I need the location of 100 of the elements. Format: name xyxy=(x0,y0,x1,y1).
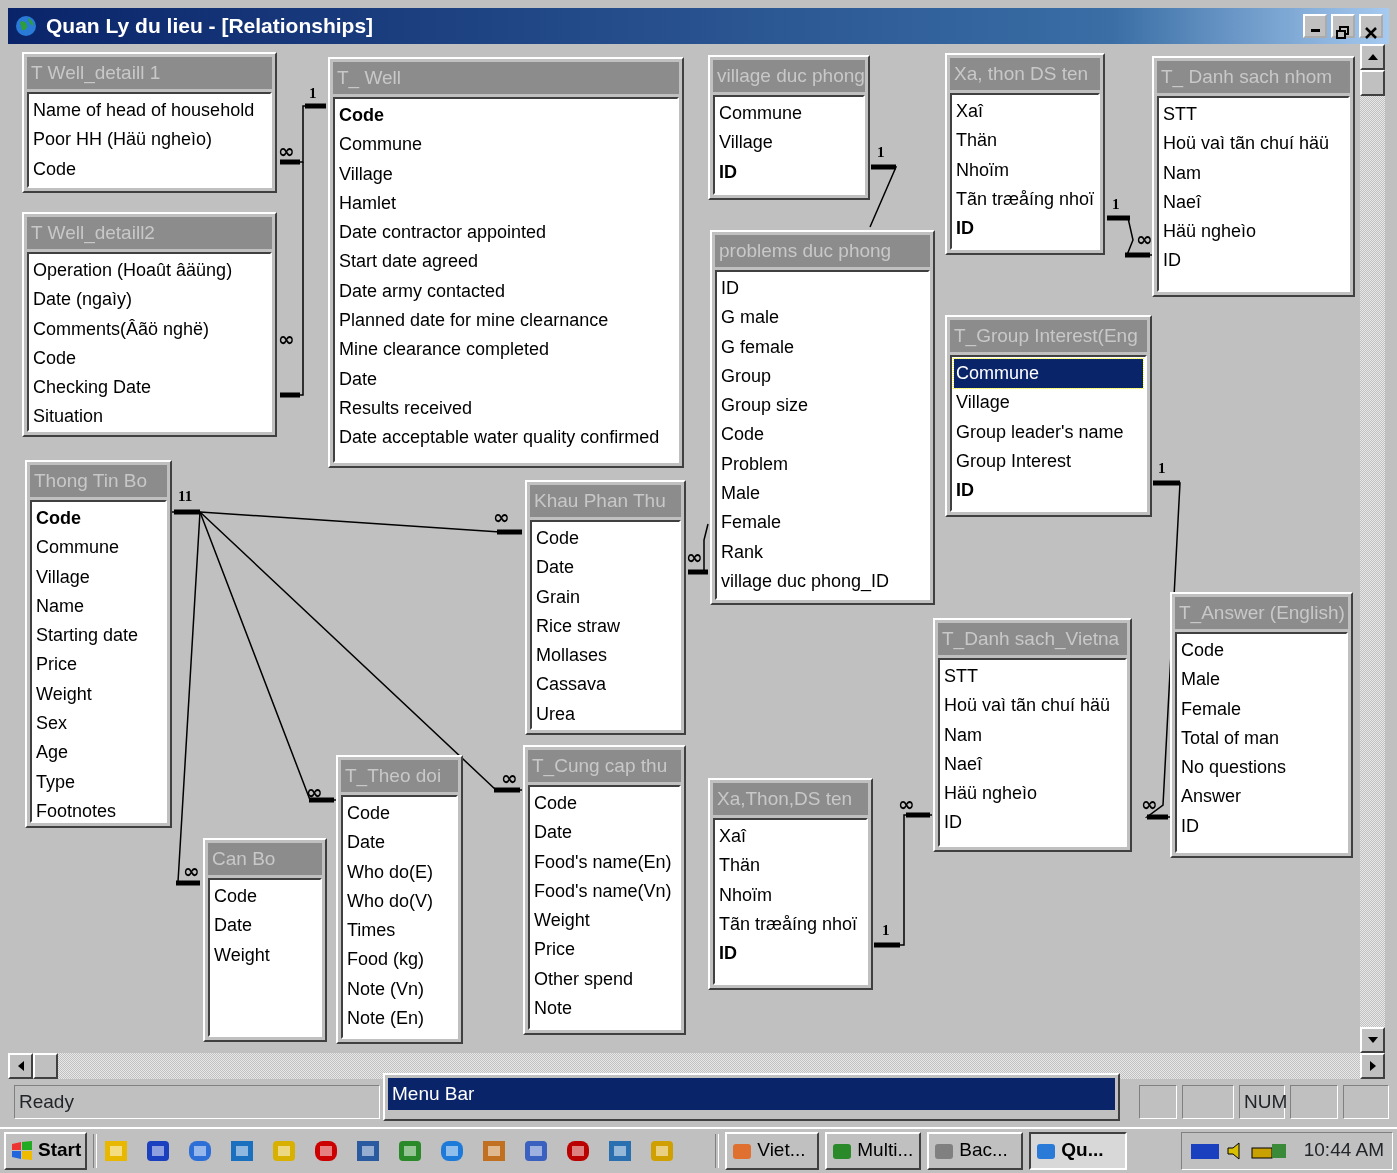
field-name[interactable]: Hoü vaì tãn chuí häü xyxy=(1161,129,1346,159)
field-name[interactable]: Mine clearance completed xyxy=(337,335,675,365)
field-name[interactable]: Answer xyxy=(1179,782,1344,812)
field-name[interactable]: Commune xyxy=(954,359,1143,389)
field-name[interactable]: Grain xyxy=(534,582,677,612)
relationship-line[interactable] xyxy=(199,511,337,803)
field-name[interactable]: Who do(E) xyxy=(345,857,454,887)
field-name[interactable]: Price xyxy=(34,650,163,680)
table-window[interactable]: T_Theo doi Code Date Who do(E) Who do(V) Times Food (kg) Note (Vn) Note (En) xyxy=(336,755,463,1044)
field-name[interactable]: Code xyxy=(719,420,926,450)
task-button[interactable]: Viet... xyxy=(725,1131,820,1170)
field-name[interactable]: Commune xyxy=(34,533,163,563)
vertical-scrollbar[interactable] xyxy=(1360,44,1385,1053)
table-window[interactable]: T_Answer (English) Code Male Female Total of man No questions Answer ID xyxy=(1170,592,1353,858)
relationship-line[interactable] xyxy=(873,812,933,948)
field-name[interactable]: Urea xyxy=(534,699,677,728)
field-name[interactable]: Male xyxy=(1179,665,1344,695)
field-name[interactable]: Rank xyxy=(719,537,926,567)
field-name[interactable]: Weight xyxy=(212,940,318,970)
field-name[interactable]: Xaî xyxy=(717,822,864,852)
task-button[interactable]: Bac... xyxy=(927,1131,1024,1170)
scroll-up-button[interactable] xyxy=(1360,44,1385,70)
field-name[interactable]: Häü ngheìo xyxy=(942,779,1123,809)
table-window[interactable]: village duc phong Commune Village ID xyxy=(708,55,870,200)
field-name[interactable]: Footnotes xyxy=(34,796,163,821)
table-window[interactable]: problems duc phong ID G male G female Group Group size Code Problem Male Female Rank village duc phong_ID xyxy=(710,230,935,605)
field-name[interactable]: village duc phong_ID xyxy=(719,566,926,597)
field-name[interactable]: Checking Date xyxy=(31,373,268,403)
field-name[interactable]: Naeî xyxy=(942,749,1123,780)
field-name[interactable]: No questions xyxy=(1179,753,1344,783)
task-button[interactable]: Multi... xyxy=(825,1131,922,1170)
field-name[interactable]: Naeî xyxy=(1161,187,1346,218)
field-name[interactable]: Price xyxy=(532,935,677,965)
table-window[interactable]: T_ Danh sach nhom STT Hoü vaì tãn chuí häü Nam Naeî Häü ngheìo ID xyxy=(1152,56,1355,297)
field-name[interactable]: Date xyxy=(337,364,675,394)
field-name[interactable]: Group size xyxy=(719,391,926,421)
field-name[interactable]: Times xyxy=(345,916,454,946)
field-name[interactable]: Food's name(Vn) xyxy=(532,876,677,907)
field-name[interactable]: Mollases xyxy=(534,641,677,671)
table-window[interactable]: Thong Tin Bo Code Commune Village Name Starting date Price Weight Sex Age Type Footnotes xyxy=(25,460,172,828)
field-name[interactable]: Nam xyxy=(942,720,1123,750)
restore-button[interactable] xyxy=(1331,14,1355,38)
field-name[interactable]: Female xyxy=(719,508,926,538)
field-name[interactable]: Start date agreed xyxy=(337,247,675,277)
field-name[interactable]: ID xyxy=(719,274,926,304)
field-name[interactable]: Note (En) xyxy=(345,1004,454,1034)
field-name[interactable]: Code xyxy=(534,524,677,554)
table-window[interactable]: T_Group Interest(Eng Commune Village Group leader's name Group Interest ID xyxy=(945,315,1152,517)
field-name[interactable]: Date xyxy=(532,818,677,848)
field-name[interactable]: Date xyxy=(345,828,454,858)
field-name[interactable]: ID xyxy=(717,939,864,969)
minimize-button[interactable] xyxy=(1303,14,1327,38)
field-name[interactable]: Nam xyxy=(1161,158,1346,188)
table-window[interactable]: T Well_detaill2 Operation (Hoaût âäüng) Date (ngaìy) Comments(Âãö nghë) Code Checking Date Situation xyxy=(22,212,277,437)
field-name[interactable]: Code xyxy=(31,154,268,184)
field-name[interactable]: Who do(V) xyxy=(345,886,454,917)
field-name[interactable]: ID xyxy=(1161,246,1346,276)
field-name[interactable]: Xaî xyxy=(954,97,1096,127)
field-name[interactable]: Rice straw xyxy=(534,611,677,642)
field-name[interactable]: Starting date xyxy=(34,621,163,651)
relationship-line[interactable] xyxy=(688,523,709,575)
field-name[interactable]: ID xyxy=(1179,811,1344,842)
field-name[interactable]: Date army contacted xyxy=(337,276,675,307)
field-name[interactable]: ID xyxy=(954,476,1143,506)
field-name[interactable]: Code xyxy=(532,789,677,819)
field-name[interactable]: Results received xyxy=(337,393,675,424)
field-name[interactable]: G female xyxy=(719,332,926,362)
field-name[interactable]: Name of head of household xyxy=(31,96,268,126)
field-name[interactable]: Date xyxy=(212,911,318,941)
field-name[interactable]: Note xyxy=(532,994,677,1024)
close-button[interactable] xyxy=(1359,14,1383,38)
field-name[interactable]: Type xyxy=(34,767,163,797)
table-window[interactable]: Khau Phan Thu Code Date Grain Rice straw Mollases Cassava Urea xyxy=(525,480,686,735)
field-name[interactable]: Total of man xyxy=(1179,723,1344,754)
field-name[interactable]: G male xyxy=(719,303,926,333)
field-name[interactable]: Problem xyxy=(719,449,926,480)
task-button[interactable]: Qu... xyxy=(1029,1131,1128,1170)
field-name[interactable]: Tãn træåíng nhoï xyxy=(717,909,864,940)
field-name[interactable]: Weight xyxy=(34,679,163,710)
field-name[interactable]: ID xyxy=(942,808,1123,838)
field-name[interactable]: Hamlet xyxy=(337,188,675,219)
field-name[interactable]: Food's name(En) xyxy=(532,847,677,877)
field-name[interactable]: Nhoïm xyxy=(954,155,1096,185)
field-name[interactable]: Häü ngheìo xyxy=(1161,217,1346,247)
field-name[interactable]: Note (Vn) xyxy=(345,974,454,1005)
field-name[interactable]: Food (kg) xyxy=(345,945,454,975)
field-name[interactable]: Village xyxy=(34,562,163,592)
field-name[interactable]: Group xyxy=(719,361,926,392)
scroll-thumb[interactable] xyxy=(1360,70,1385,96)
table-window[interactable]: Can Bo Code Date Weight xyxy=(203,838,327,1042)
relationship-line[interactable] xyxy=(1106,215,1153,258)
field-name[interactable]: Female xyxy=(1179,694,1344,724)
field-name[interactable]: Date (ngaìy) xyxy=(31,285,268,315)
field-name[interactable]: Code xyxy=(34,504,163,534)
field-name[interactable]: Date contractor appointed xyxy=(337,218,675,248)
field-name[interactable]: Date acceptable water quality confirmed xyxy=(337,423,675,453)
scroll-thumb[interactable] xyxy=(33,1053,58,1079)
field-name[interactable]: Nhoïm xyxy=(717,880,864,910)
field-name[interactable]: Name xyxy=(34,591,163,622)
scroll-down-button[interactable] xyxy=(1360,1027,1385,1053)
